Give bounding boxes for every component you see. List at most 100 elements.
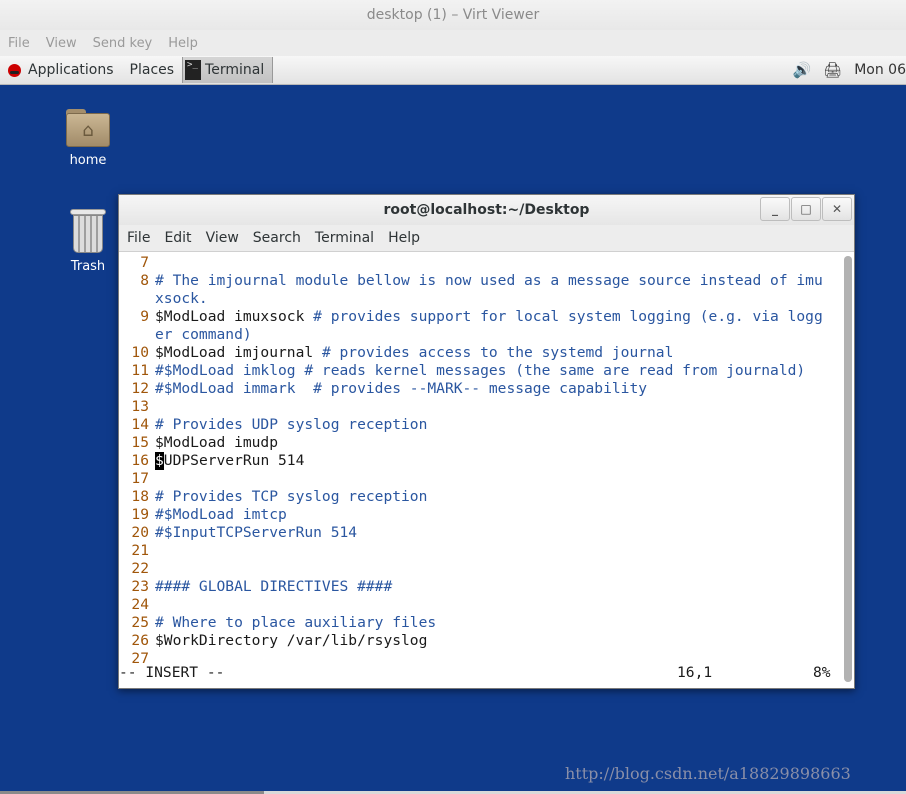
places-menu[interactable]: Places	[122, 56, 183, 84]
vim-line: 13	[119, 398, 841, 416]
viewer-menu-file[interactable]: File	[8, 36, 30, 51]
line-number: 16	[131, 452, 149, 469]
line-text: #### GLOBAL DIRECTIVES ####	[155, 578, 393, 595]
line-text: $ModLoad imuxsock	[155, 308, 314, 325]
home-folder-icon: ⌂	[66, 107, 110, 147]
line-text: er command)	[155, 326, 252, 343]
window-controls: _ □ ✕	[759, 197, 852, 221]
viewer-menu-help[interactable]: Help	[168, 36, 198, 51]
terminal-menu-help[interactable]: Help	[388, 230, 420, 246]
line-number: 22	[131, 560, 149, 577]
line-number: 9	[140, 308, 149, 325]
vim-line: 20 #$InputTCPServerRun 514	[119, 524, 841, 542]
scrollbar-thumb[interactable]	[844, 256, 852, 682]
vim-buffer[interactable]: 7 8 # The imjournal module bellow is now u…	[119, 254, 841, 668]
desktop-trash[interactable]: Trash	[48, 209, 128, 274]
volume-icon[interactable]: 🔊	[792, 61, 811, 79]
vim-line: 24	[119, 596, 841, 614]
line-number: 7	[140, 254, 149, 271]
line-comment: # provides access to the systemd journal	[321, 344, 674, 361]
viewer-titlebar: desktop (1) – Virt Viewer	[0, 0, 906, 30]
line-number: 11	[131, 362, 149, 379]
vim-line: 21	[119, 542, 841, 560]
viewer-menu-view[interactable]: View	[46, 36, 77, 51]
vim-line: 18 # Provides TCP syslog reception	[119, 488, 841, 506]
applications-menu[interactable]: Applications	[0, 56, 122, 84]
clock[interactable]: Mon 06	[854, 62, 906, 78]
desktop-home[interactable]: ⌂ home	[48, 107, 128, 168]
terminal-menu-edit[interactable]: Edit	[164, 230, 191, 246]
text-cursor: $	[155, 452, 164, 470]
terminal-content[interactable]: 7 8 # The imjournal module bellow is now u…	[119, 252, 854, 688]
terminal-menu-file[interactable]: File	[127, 230, 150, 246]
redhat-icon	[8, 63, 21, 77]
line-number: 21	[131, 542, 149, 559]
vim-status-line: -- INSERT -- 16,1 8%	[119, 664, 841, 682]
taskbar-terminal-label: Terminal	[205, 62, 265, 78]
vim-line: 25 # Where to place auxiliary files	[119, 614, 841, 632]
places-label: Places	[129, 62, 175, 78]
line-text: xsock.	[155, 290, 208, 307]
vim-line: 23 #### GLOBAL DIRECTIVES ####	[119, 578, 841, 596]
scroll-percent: 8%	[813, 664, 831, 681]
network-icon[interactable]: 🖨	[823, 61, 842, 79]
vim-line: 19 #$ModLoad imtcp	[119, 506, 841, 524]
terminal-titlebar[interactable]: root@localhost:~/Desktop _ □ ✕	[119, 195, 854, 225]
panel-status-area: 🔊 🖨 Mon 06	[786, 56, 906, 84]
line-text: #$InputTCPServerRun 514	[155, 524, 358, 541]
vim-line: 16 $ UDPServerRun 514	[119, 452, 841, 470]
vim-line: 8 # The imjournal module bellow is now us…	[119, 272, 841, 290]
vim-line: 17	[119, 470, 841, 488]
line-number: 8	[140, 272, 149, 289]
line-text: UDPServerRun 514	[163, 452, 305, 469]
line-comment: # provides support for local system logg…	[313, 308, 823, 325]
line-text: # The imjournal module bellow is now use…	[155, 272, 823, 289]
terminal-icon: >_	[185, 60, 202, 80]
watermark: http://blog.csdn.net/a18829898663	[565, 764, 851, 783]
line-text: #$ModLoad imtcp	[155, 506, 287, 523]
line-number: 17	[131, 470, 149, 487]
line-text: #$ModLoad immark # provides --MARK-- mes…	[155, 380, 648, 397]
terminal-menubar: File Edit View Search Terminal Help	[119, 225, 854, 252]
home-label: home	[69, 153, 107, 168]
line-text: # Provides UDP syslog reception	[155, 416, 428, 433]
line-number	[119, 326, 155, 344]
line-number	[119, 290, 155, 308]
viewer-menubar: File View Send key Help	[0, 30, 906, 56]
vim-mode: -- INSERT --	[119, 664, 225, 681]
line-number: 10	[131, 344, 149, 361]
line-number: 14	[131, 416, 149, 433]
line-text: #$ModLoad imklog # reads kernel messages…	[155, 362, 806, 379]
vim-line: 10 $ModLoad imjournal # provides access t…	[119, 344, 841, 362]
vim-line: xsock.	[119, 290, 841, 308]
vim-line: 15 $ModLoad imudp	[119, 434, 841, 452]
line-text: $WorkDirectory /var/lib/rsyslog	[155, 632, 428, 649]
terminal-menu-terminal[interactable]: Terminal	[315, 230, 374, 246]
line-text: # Where to place auxiliary files	[155, 614, 437, 631]
viewer-title: desktop (1) – Virt Viewer	[366, 7, 540, 23]
minimize-button[interactable]: _	[760, 197, 790, 221]
trash-icon	[70, 209, 106, 253]
vim-line: 12 #$ModLoad immark # provides --MARK-- m…	[119, 380, 841, 398]
line-number: 23	[131, 578, 149, 595]
line-number: 20	[131, 524, 149, 541]
taskbar-terminal[interactable]: >_ Terminal	[182, 57, 274, 83]
line-number: 26	[131, 632, 149, 649]
line-number: 13	[131, 398, 149, 415]
vim-line: er command)	[119, 326, 841, 344]
applications-label: Applications	[28, 62, 114, 78]
trash-label: Trash	[70, 259, 106, 274]
line-number: 25	[131, 614, 149, 631]
vim-line: 7	[119, 254, 841, 272]
vim-line: 11 #$ModLoad imklog # reads kernel messag…	[119, 362, 841, 380]
viewer-menu-send-key[interactable]: Send key	[93, 36, 153, 51]
close-button[interactable]: ✕	[822, 197, 852, 221]
line-text: # Provides TCP syslog reception	[155, 488, 428, 505]
terminal-scrollbar[interactable]	[844, 256, 852, 682]
line-text: $ModLoad imjournal	[155, 344, 322, 361]
terminal-menu-view[interactable]: View	[206, 230, 239, 246]
terminal-menu-search[interactable]: Search	[253, 230, 301, 246]
vim-line: 26 $WorkDirectory /var/lib/rsyslog	[119, 632, 841, 650]
maximize-button[interactable]: □	[791, 197, 821, 221]
vim-line: 14 # Provides UDP syslog reception	[119, 416, 841, 434]
